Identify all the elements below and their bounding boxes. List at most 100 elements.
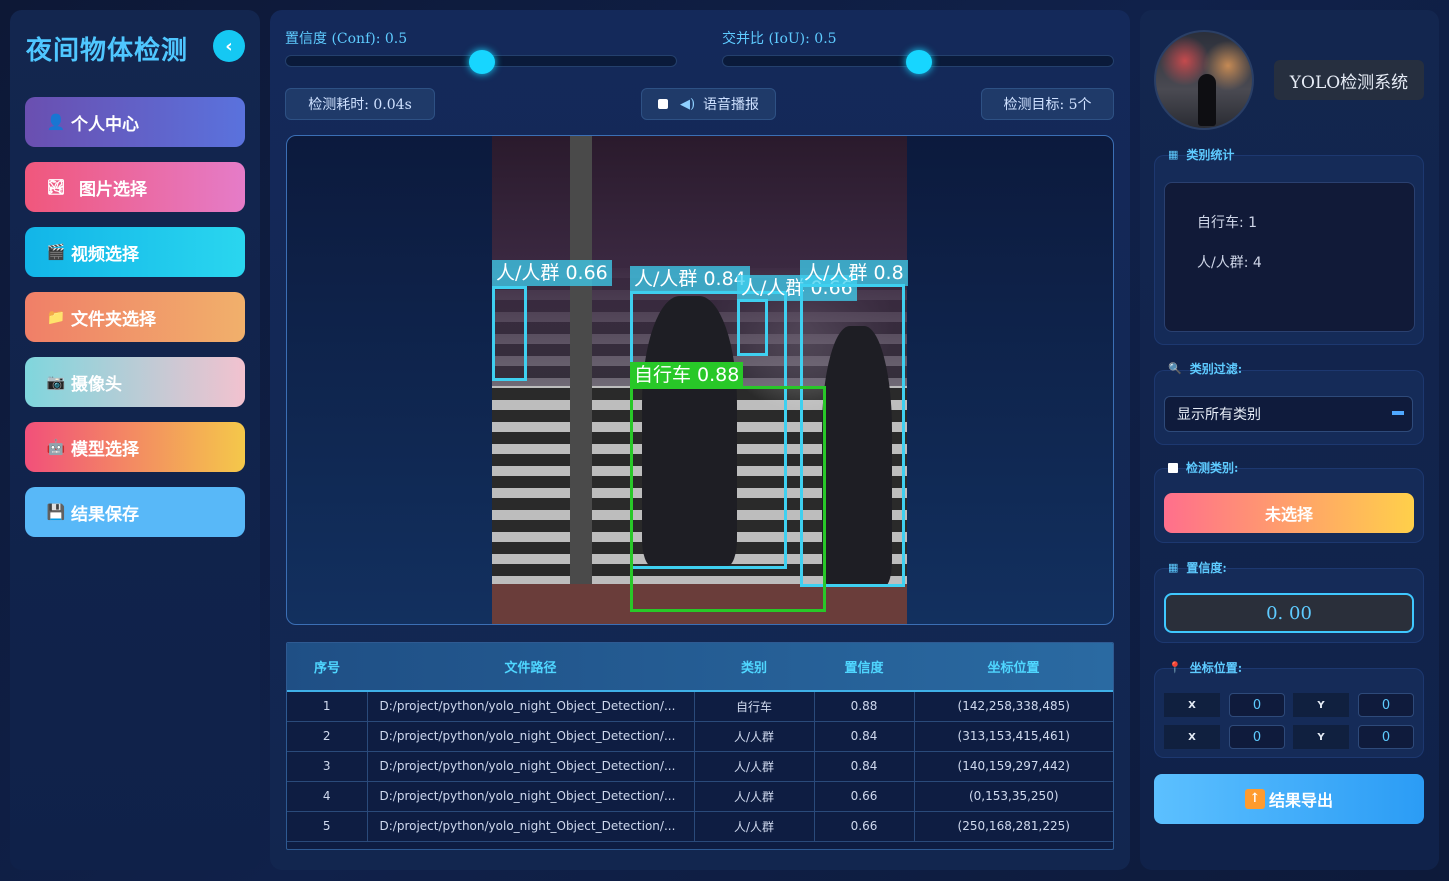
voice-broadcast-toggle[interactable]: ◀) 语音播报 xyxy=(641,88,776,120)
cell-file-path: D:/project/python/yolo_night_Object_Dete… xyxy=(367,781,695,812)
image-icon: 🏞 xyxy=(46,178,66,196)
detection-count-badge: 检测目标: 5个 xyxy=(981,88,1114,120)
class-stats-title-text: 类别统计 xyxy=(1186,148,1235,162)
cell-coordinates: (140,159,297,442) xyxy=(914,751,1113,782)
bbox-label: 自行车 0.88 xyxy=(630,362,744,388)
camera-icon: 📷 xyxy=(46,373,66,391)
sidebar-item-save-results[interactable]: 💾 结果保存 xyxy=(25,487,245,537)
chart-icon: ▦ xyxy=(1168,148,1179,161)
class-filter-select[interactable]: 显示所有类别 xyxy=(1164,396,1413,432)
coordinates-title: 📍 坐标位置: xyxy=(1168,659,1242,676)
confidence-title: ▦ 置信度: xyxy=(1168,559,1227,576)
class-stats-box: 自行车: 1 人/人群: 4 xyxy=(1164,182,1415,332)
cell-coordinates: (313,153,415,461) xyxy=(914,721,1113,752)
chevron-left-icon: ‹ xyxy=(225,35,233,57)
cell-file-path: D:/project/python/yolo_night_Object_Dete… xyxy=(367,811,695,842)
sidebar-item-label: 文件夹选择 xyxy=(71,309,156,330)
cell-index: 1 xyxy=(287,691,368,722)
col-coordinates: 坐标位置 xyxy=(914,643,1113,692)
detection-image-frame: 人/人群 0.66 人/人群 0.84 人/人群 0.66 人/人群 0.8 自… xyxy=(286,135,1114,625)
bbox-label: 人/人群 0.66 xyxy=(492,260,612,286)
sidebar-item-video-select[interactable]: 🎬 视频选择 xyxy=(25,227,245,277)
sidebar-item-label: 视频选择 xyxy=(71,244,139,265)
export-results-label: 结果导出 xyxy=(1268,791,1333,810)
checkbox-icon xyxy=(1168,462,1178,473)
coord-x2-label: X xyxy=(1164,725,1220,749)
sidebar-item-profile[interactable]: 👤 个人中心 xyxy=(25,97,245,147)
confidence-title-text: 置信度: xyxy=(1186,561,1227,575)
table-row[interactable]: 2 D:/project/python/yolo_night_Object_De… xyxy=(287,721,1113,752)
coord-y1-value: 0 xyxy=(1358,693,1414,717)
col-class: 类别 xyxy=(694,643,814,692)
cell-class: 人/人群 xyxy=(694,781,815,812)
cell-confidence: 0.66 xyxy=(814,781,915,812)
conf-slider[interactable] xyxy=(285,50,677,74)
detection-time-text: 检测耗时: 0.04s xyxy=(308,97,412,113)
cell-index: 4 xyxy=(287,781,368,812)
pin-icon: 📍 xyxy=(1168,661,1182,674)
sidebar-item-folder-select[interactable]: 📁 文件夹选择 xyxy=(25,292,245,342)
results-table: 序号 文件路径 类别 置信度 坐标位置 1 D:/project/python/… xyxy=(286,642,1114,850)
table-row[interactable]: 3 D:/project/python/yolo_night_Object_De… xyxy=(287,751,1113,782)
cell-coordinates: (250,168,281,225) xyxy=(914,811,1113,842)
coord-y1-label: Y xyxy=(1293,693,1349,717)
iou-slider[interactable] xyxy=(722,50,1114,74)
col-index: 序号 xyxy=(287,643,367,692)
right-panel: YOLO检测系统 ▦ 类别统计 自行车: 1 人/人群: 4 🔍 类别过滤: 显… xyxy=(1140,10,1439,870)
cell-coordinates: (142,258,338,485) xyxy=(914,691,1113,722)
table-row[interactable]: 5 D:/project/python/yolo_night_Object_De… xyxy=(287,811,1113,842)
cell-confidence: 0.88 xyxy=(814,691,915,722)
save-icon: 💾 xyxy=(46,503,66,521)
sidebar-item-label: 图片选择 xyxy=(79,179,147,200)
cell-file-path: D:/project/python/yolo_night_Object_Dete… xyxy=(367,751,695,782)
col-file-path: 文件路径 xyxy=(367,643,694,692)
cell-class: 人/人群 xyxy=(694,721,815,752)
sidebar-item-camera[interactable]: 📷 摄像头 xyxy=(25,357,245,407)
cell-class: 人/人群 xyxy=(694,751,815,782)
sidebar-item-label: 模型选择 xyxy=(71,439,139,460)
sidebar-item-image-select[interactable]: 🏞 图片选择 xyxy=(25,162,245,212)
table-row[interactable]: 4 D:/project/python/yolo_night_Object_De… xyxy=(287,781,1113,812)
coord-y2-label: Y xyxy=(1293,725,1349,749)
coordinates-title-text: 坐标位置: xyxy=(1189,661,1243,675)
coord-x1-value: 0 xyxy=(1229,693,1285,717)
detection-time-badge: 检测耗时: 0.04s xyxy=(285,88,435,120)
collapse-sidebar-button[interactable]: ‹ xyxy=(213,30,245,62)
app-title: 夜间物体检测 xyxy=(26,36,189,66)
upload-icon: ↑ xyxy=(1244,789,1265,809)
export-results-button[interactable]: ↑ 结果导出 xyxy=(1154,774,1424,824)
sidebar-item-model-select[interactable]: 🤖 模型选择 xyxy=(25,422,245,472)
cell-class: 人/人群 xyxy=(694,811,815,842)
main-panel: 置信度 (Conf): 0.5 交并比 (IoU): 0.5 检测耗时: 0.0… xyxy=(270,10,1130,870)
folder-icon: 📁 xyxy=(46,308,66,326)
stat-person: 人/人群: 4 xyxy=(1197,255,1262,271)
class-filter-title: 🔍 类别过滤: xyxy=(1168,360,1242,377)
search-icon: 🔍 xyxy=(1168,362,1182,375)
class-filter-value: 显示所有类别 xyxy=(1177,407,1261,423)
video-icon: 🎬 xyxy=(46,243,66,261)
cell-coordinates: (0,153,35,250) xyxy=(914,781,1113,812)
stat-bicycle: 自行车: 1 xyxy=(1197,215,1258,231)
cell-index: 2 xyxy=(287,721,368,752)
sidebar-item-label: 摄像头 xyxy=(71,374,122,395)
robot-icon: 🤖 xyxy=(46,438,66,456)
system-title: YOLO检测系统 xyxy=(1274,60,1424,100)
coord-x1-label: X xyxy=(1164,693,1220,717)
detection-image: 人/人群 0.66 人/人群 0.84 人/人群 0.66 人/人群 0.8 自… xyxy=(492,136,908,624)
avatar xyxy=(1154,30,1254,130)
user-icon: 👤 xyxy=(46,113,66,131)
table-row[interactable]: 1 D:/project/python/yolo_night_Object_De… xyxy=(287,691,1113,722)
confidence-display: 0. 00 xyxy=(1164,593,1414,633)
chart-icon: ▦ xyxy=(1168,561,1179,574)
iou-slider-thumb[interactable] xyxy=(906,50,932,74)
detect-class-button[interactable]: 未选择 xyxy=(1164,493,1414,533)
cell-index: 3 xyxy=(287,751,368,782)
checkbox-icon xyxy=(657,99,668,109)
conf-slider-thumb[interactable] xyxy=(469,50,495,74)
cell-confidence: 0.84 xyxy=(814,751,915,782)
bbox-label: 人/人群 0.8 xyxy=(800,260,908,286)
cell-file-path: D:/project/python/yolo_night_Object_Dete… xyxy=(367,721,695,752)
cell-class: 自行车 xyxy=(694,691,815,722)
bbox-person-5 xyxy=(737,299,768,356)
sidebar-item-label: 结果保存 xyxy=(71,504,139,525)
